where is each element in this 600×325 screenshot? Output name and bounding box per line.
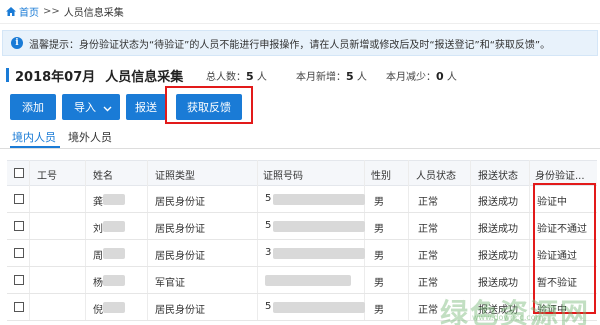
cell-report-status: 报送成功 xyxy=(478,197,518,208)
cell-id-number: 5 xyxy=(265,193,272,204)
redacted-name xyxy=(103,194,125,205)
cell-name: 周 xyxy=(93,251,103,262)
cell-report-status: 报送成功 xyxy=(478,278,518,289)
report-button[interactable]: 报送 xyxy=(126,94,166,120)
chevron-down-icon xyxy=(103,102,112,115)
cell-id-type: 居民身份证 xyxy=(155,251,205,262)
row-checkbox[interactable] xyxy=(14,221,24,231)
row-checkbox[interactable] xyxy=(14,302,24,312)
cell-name: 杨 xyxy=(93,278,103,289)
table-header: 工号 姓名 证照类型 证照号码 性别 人员状态 报送状态 身份验证... xyxy=(7,160,597,186)
redacted-name xyxy=(103,275,125,286)
notice-text: 温馨提示：身份验证状态为“待验证”的人员不能进行申报操作，请在人员新增或修改后及… xyxy=(29,39,551,51)
total-count: 5 xyxy=(246,69,254,83)
col-header-name[interactable]: 姓名 xyxy=(93,167,113,182)
col-header-gender[interactable]: 性别 xyxy=(371,167,391,182)
cell-report-status: 报送成功 xyxy=(478,224,518,235)
active-tab-indicator xyxy=(10,146,60,148)
cell-gender: 男 xyxy=(374,305,384,316)
col-header-employee-no[interactable]: 工号 xyxy=(37,167,57,182)
row-checkbox[interactable] xyxy=(14,248,24,258)
col-header-id-number[interactable]: 证照号码 xyxy=(263,167,303,182)
cell-id-type: 居民身份证 xyxy=(155,224,205,235)
cell-name: 倪 xyxy=(93,305,103,316)
reduce-count: 0 xyxy=(436,69,444,83)
col-header-person-status[interactable]: 人员状态 xyxy=(416,167,456,182)
cell-id-number: 3 xyxy=(265,247,272,258)
cell-name: 龚 xyxy=(93,197,103,208)
period-label: 2018年07月 xyxy=(15,69,96,85)
col-header-verify-status[interactable]: 身份验证... xyxy=(535,167,585,182)
tab-bar: 境内人员 境外人员 xyxy=(0,125,600,149)
title-accent-bar xyxy=(6,68,9,82)
redacted-id-number xyxy=(273,221,365,232)
info-icon: i xyxy=(11,37,23,49)
reduce-stat: 本月减少：0 人 xyxy=(386,69,457,83)
table-row[interactable]: 杨 军官证 男 正常 报送成功 暂不验证 xyxy=(7,267,597,294)
cell-gender: 男 xyxy=(374,197,384,208)
redacted-name xyxy=(103,302,125,313)
row-checkbox[interactable] xyxy=(14,275,24,285)
cell-id-type: 军官证 xyxy=(155,278,185,289)
notice-banner: i 温馨提示：身份验证状态为“待验证”的人员不能进行申报操作，请在人员新增或修改… xyxy=(2,30,598,56)
breadcrumb-current: 人员信息采集 xyxy=(63,8,124,19)
tab-domestic[interactable]: 境内人员 xyxy=(12,129,56,145)
cell-gender: 男 xyxy=(374,278,384,289)
breadcrumb-separator: >> xyxy=(43,6,60,17)
table-row[interactable]: 刘 居民身份证 5 男 正常 报送成功 验证不通过 xyxy=(7,213,597,240)
redacted-id-number xyxy=(273,302,365,313)
cell-report-status: 报送成功 xyxy=(478,251,518,262)
cell-person-status: 正常 xyxy=(418,305,438,316)
breadcrumb-home-link[interactable]: 首页 xyxy=(19,4,39,19)
row-checkbox[interactable] xyxy=(14,194,24,204)
new-stat: 本月新增：5 人 xyxy=(296,69,367,83)
add-button[interactable]: 添加 xyxy=(10,94,56,120)
new-count: 5 xyxy=(346,69,354,83)
cell-id-number: 5 xyxy=(265,220,272,231)
redacted-name xyxy=(103,221,125,232)
home-icon[interactable] xyxy=(6,7,16,16)
redacted-id-number xyxy=(273,248,365,259)
cell-name: 刘 xyxy=(93,224,103,235)
cell-person-status: 正常 xyxy=(418,197,438,208)
import-dropdown-button[interactable]: 导入 xyxy=(62,94,120,120)
watermark-url: www.downcc.com xyxy=(472,313,544,322)
table-row[interactable]: 龚 居民身份证 5 男 正常 报送成功 验证中 xyxy=(7,186,597,213)
tab-overseas[interactable]: 境外人员 xyxy=(68,129,112,145)
cell-id-number: 5 xyxy=(265,301,272,312)
table-row[interactable]: 周 居民身份证 3 男 正常 报送成功 验证通过 xyxy=(7,240,597,267)
page-header: 2018年07月 人员信息采集 总人数：5 人 本月新增：5 人 本月减少：0 … xyxy=(6,66,596,85)
feedback-highlight-box xyxy=(165,86,253,124)
cell-person-status: 正常 xyxy=(418,278,438,289)
redacted-id-number xyxy=(273,194,365,205)
total-stat: 总人数：5 人 xyxy=(206,69,267,83)
cell-id-type: 居民身份证 xyxy=(155,305,205,316)
breadcrumb: 首页 >> 人员信息采集 xyxy=(0,0,600,24)
cell-person-status: 正常 xyxy=(418,224,438,235)
select-all-checkbox[interactable] xyxy=(14,168,24,178)
cell-gender: 男 xyxy=(374,251,384,262)
import-label: 导入 xyxy=(74,101,96,114)
cell-gender: 男 xyxy=(374,224,384,235)
col-header-report-status[interactable]: 报送状态 xyxy=(478,167,518,182)
col-header-id-type[interactable]: 证照类型 xyxy=(155,167,195,182)
redacted-name xyxy=(103,248,125,259)
page-title: 人员信息采集 xyxy=(105,69,184,85)
redacted-id-number xyxy=(265,275,351,286)
cell-person-status: 正常 xyxy=(418,251,438,262)
cell-id-type: 居民身份证 xyxy=(155,197,205,208)
